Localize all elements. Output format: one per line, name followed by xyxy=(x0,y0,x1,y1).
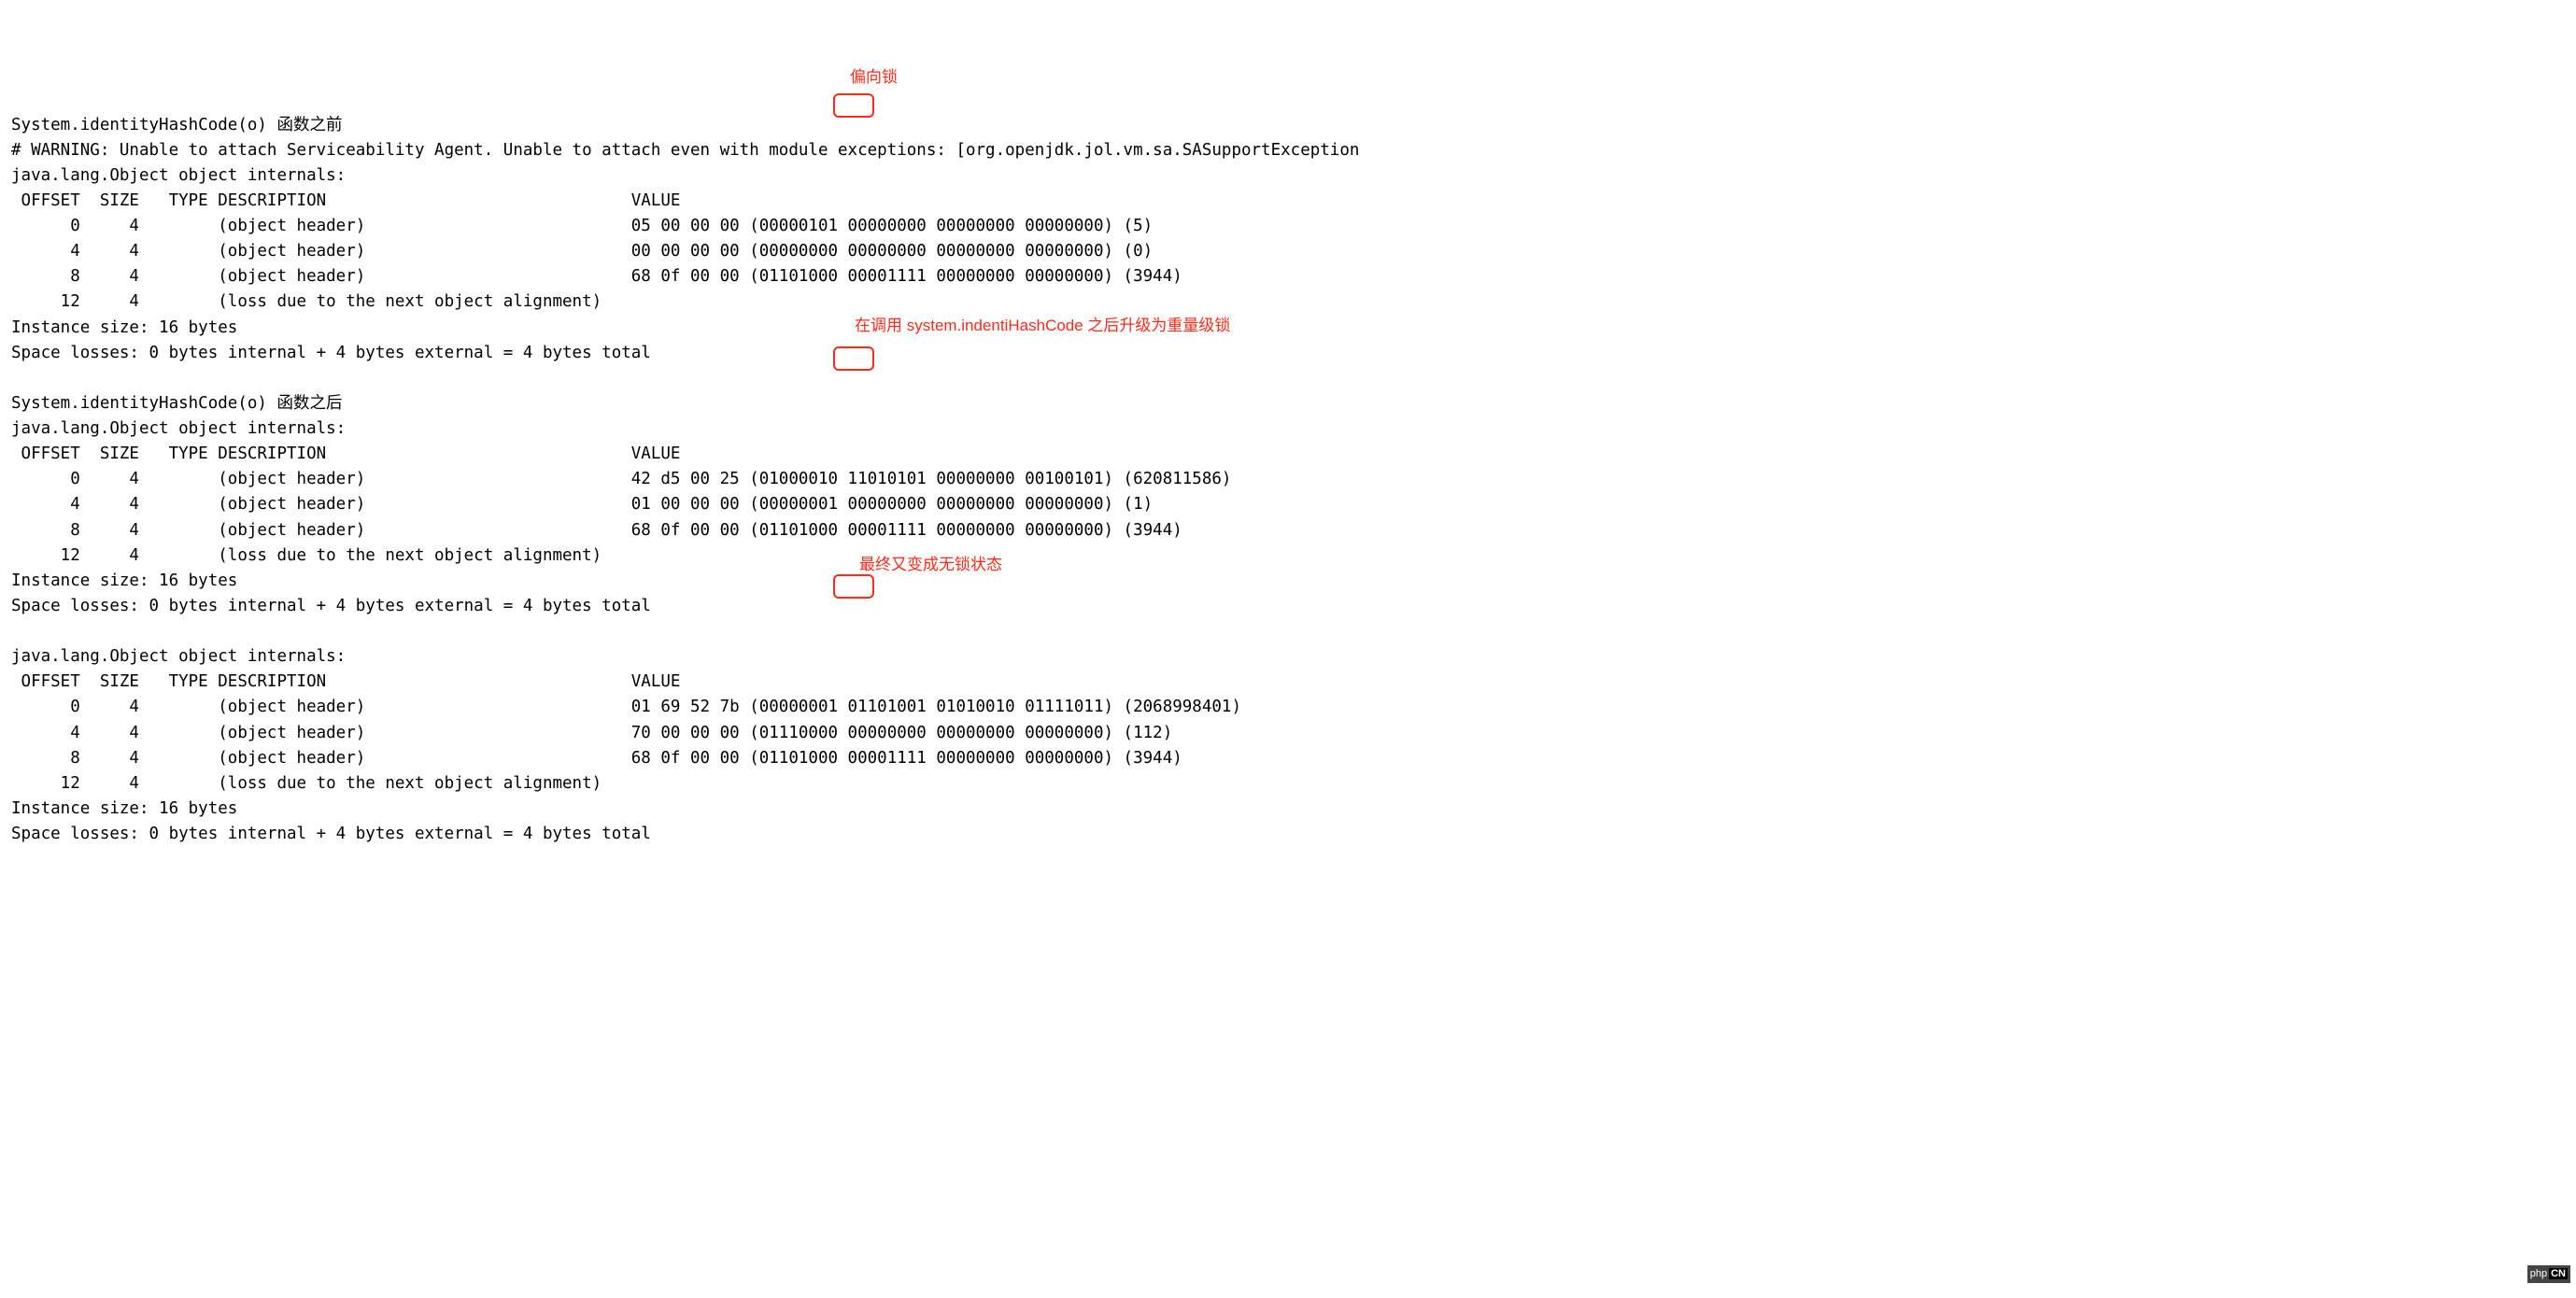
anno-no-lock: 最终又变成无锁状态 xyxy=(859,553,1002,577)
anno-biased-lock: 偏向锁 xyxy=(850,65,898,90)
code-output: System.identityHashCode(o) 函数之前 # WARNIN… xyxy=(11,113,2565,848)
highlight-box-1 xyxy=(833,93,874,118)
watermark: phpCN xyxy=(2527,1265,2570,1283)
anno-heavy-lock: 在调用 system.indentiHashCode 之后升级为重量级锁 xyxy=(855,314,1230,338)
highlight-box-2 xyxy=(833,346,874,371)
highlight-box-3 xyxy=(833,574,874,599)
